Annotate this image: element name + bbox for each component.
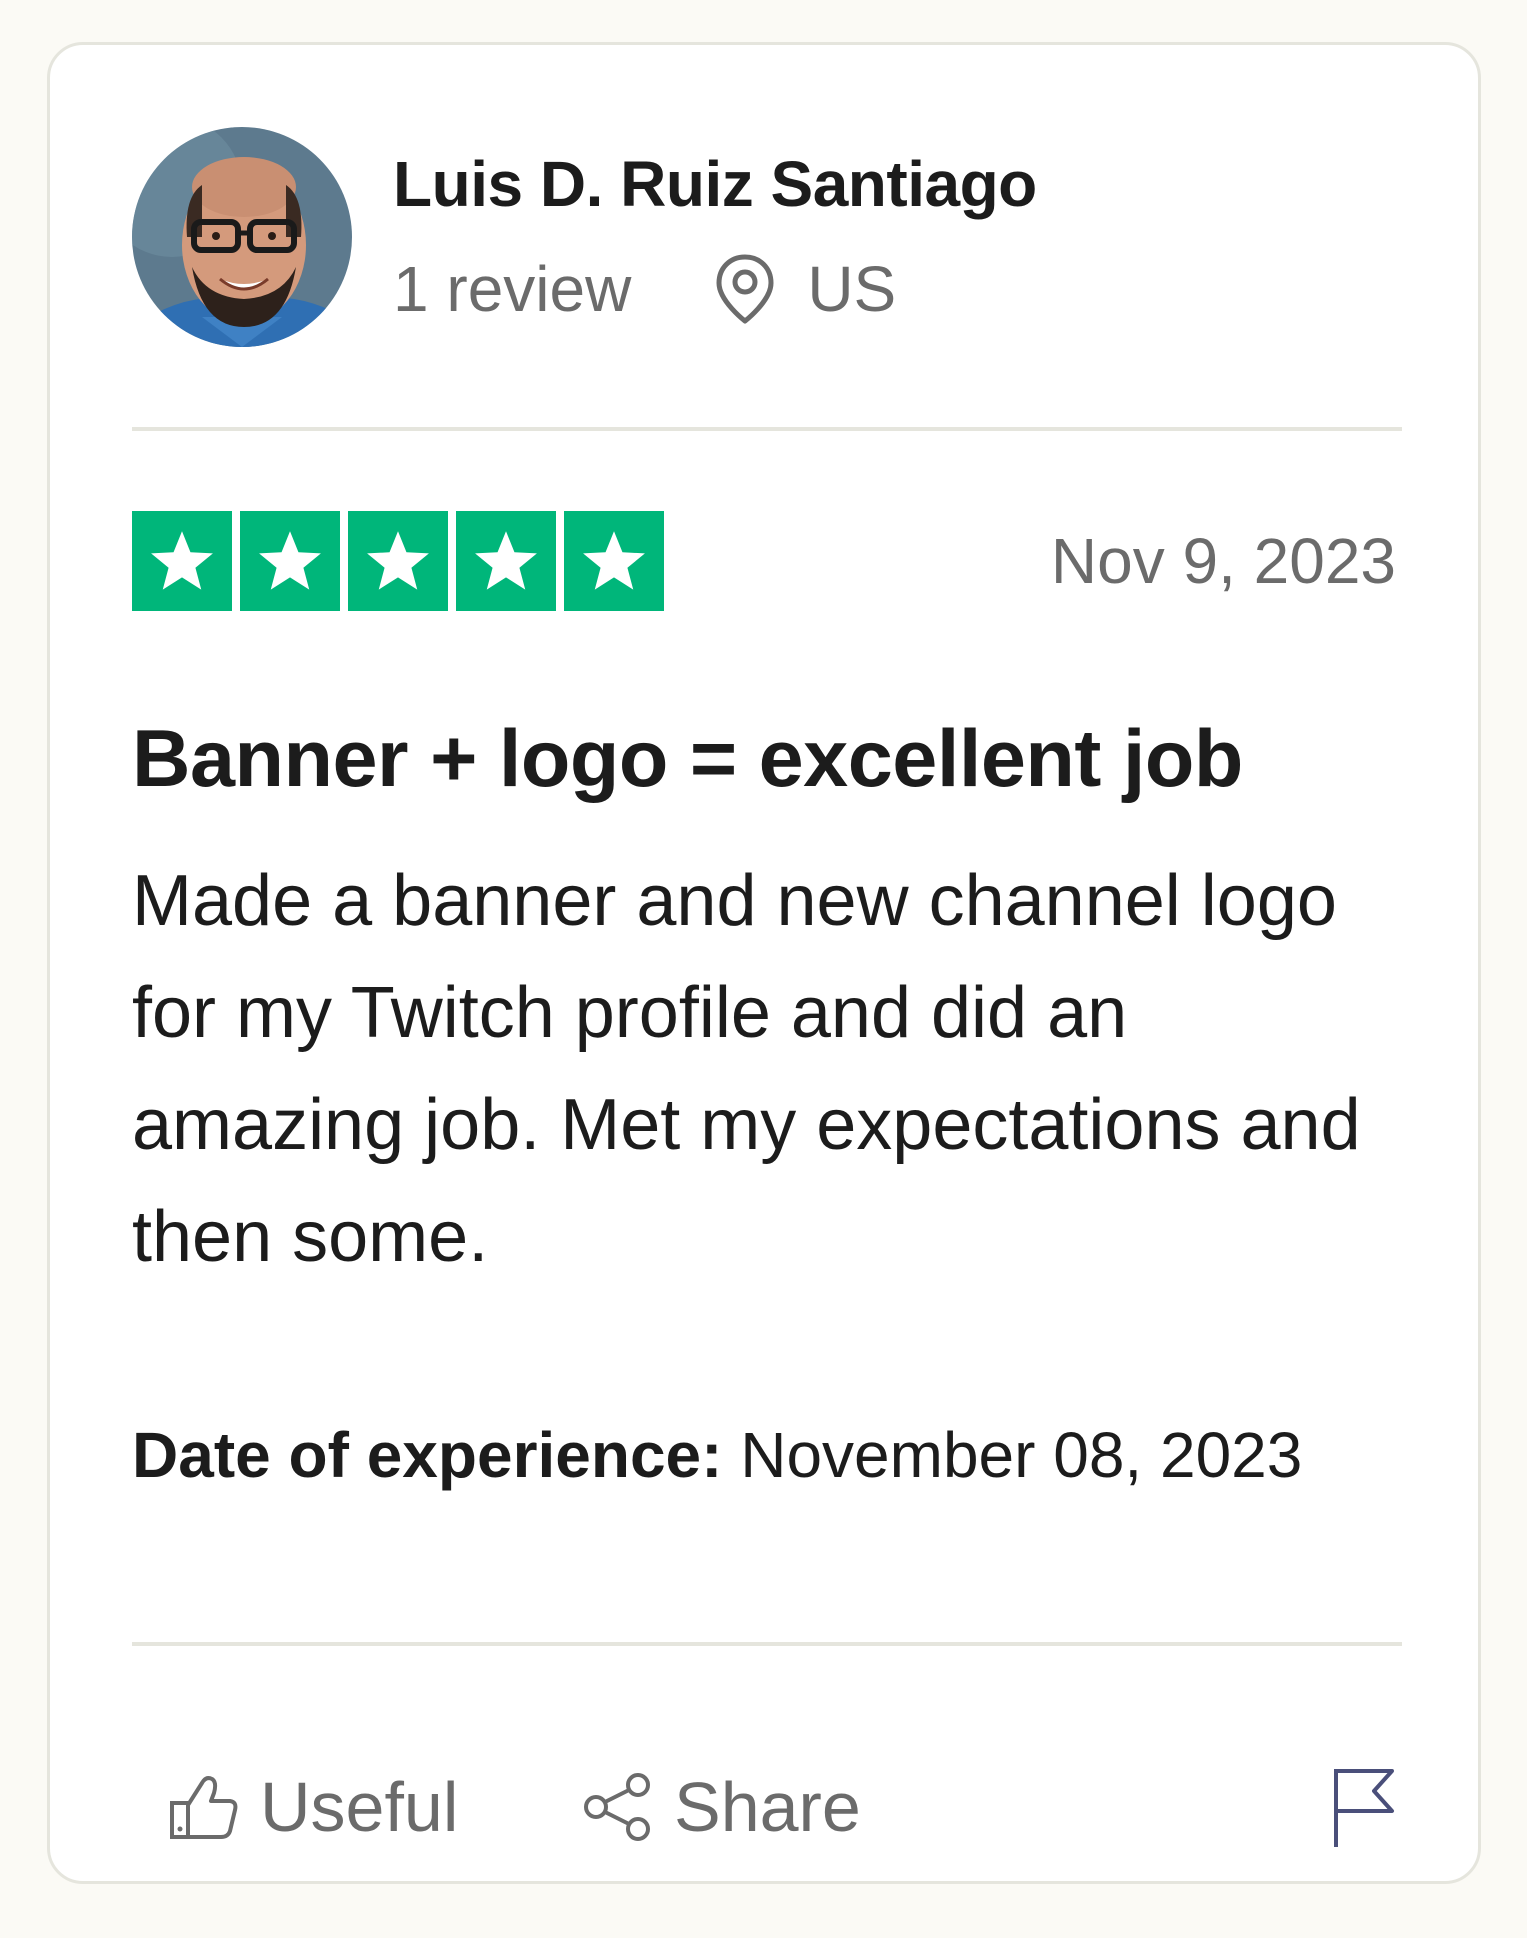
review-actions: Useful Share (50, 1757, 1478, 1857)
useful-button[interactable]: Useful (168, 1757, 458, 1857)
review-card: Luis D. Ruiz Santiago 1 review US Nov 9,… (47, 42, 1481, 1884)
divider (132, 1642, 1402, 1646)
star-icon (132, 511, 232, 611)
reviewer-meta: 1 review US (393, 250, 896, 328)
avatar-photo (132, 127, 352, 347)
report-button[interactable] (1330, 1757, 1396, 1857)
avatar[interactable] (132, 127, 352, 347)
date-of-experience: Date of experience: November 08, 2023 (132, 1407, 1392, 1503)
star-icon (456, 511, 556, 611)
experience-date: November 08, 2023 (740, 1419, 1303, 1491)
star-icon (348, 511, 448, 611)
share-icon (584, 1773, 650, 1841)
share-label: Share (674, 1768, 861, 1846)
review-date: Nov 9, 2023 (1050, 525, 1396, 597)
reviewer-country: US (807, 253, 897, 325)
star-icon (240, 511, 340, 611)
reviewer-name[interactable]: Luis D. Ruiz Santiago (393, 145, 1037, 223)
location-pin-icon (716, 254, 774, 324)
share-button[interactable]: Share (582, 1757, 861, 1857)
flag-icon (1334, 1769, 1394, 1847)
thumbs-up-icon (170, 1776, 238, 1839)
divider (132, 427, 1402, 431)
star-icon (564, 511, 664, 611)
experience-label: Date of experience: (132, 1419, 723, 1491)
review-count: 1 review (393, 253, 632, 325)
star-rating (132, 511, 664, 611)
review-title[interactable]: Banner + logo = excellent job (132, 711, 1243, 807)
review-text: Made a banner and new channel logo for m… (132, 861, 1361, 1277)
useful-label: Useful (260, 1768, 459, 1846)
